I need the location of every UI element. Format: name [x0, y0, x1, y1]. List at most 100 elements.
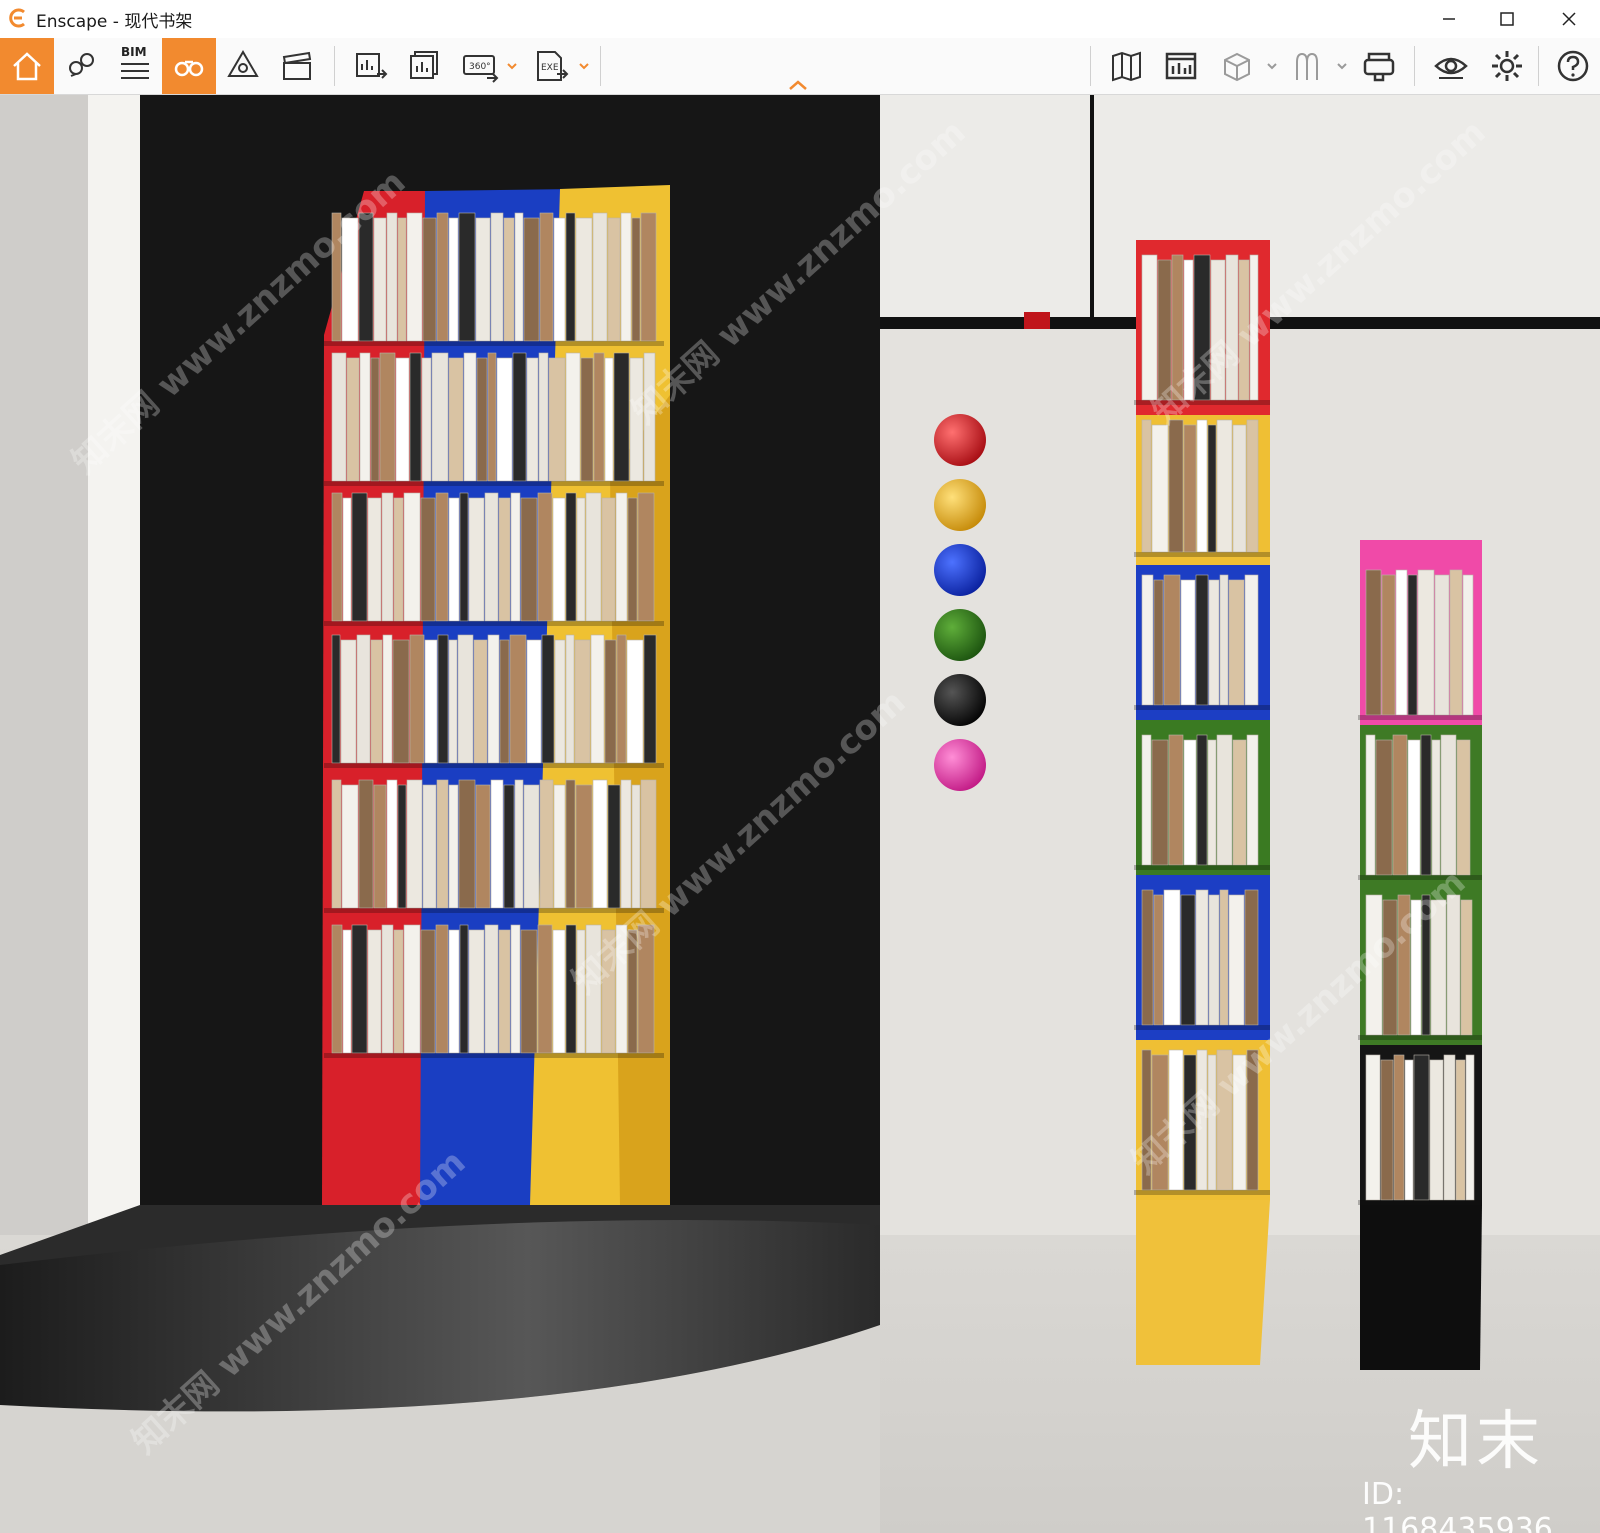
toolbar-separator — [1414, 46, 1415, 86]
section-box-button[interactable] — [1210, 38, 1264, 94]
book-spine — [457, 634, 474, 764]
book-spine — [1417, 569, 1435, 716]
book-spine — [370, 357, 380, 482]
shelf-board — [1134, 705, 1270, 710]
book-spine — [1460, 899, 1473, 1036]
exe-dropdown-icon[interactable] — [578, 60, 590, 72]
render-viewport[interactable]: 知末网 www.znzmo.com 知末网 www.znzmo.com 知末网 … — [0, 95, 1600, 1533]
book-spine — [1462, 574, 1474, 716]
panorama-button[interactable]: 360° — [452, 38, 506, 94]
home-button[interactable] — [0, 38, 54, 94]
book-spine — [548, 357, 566, 482]
visual-settings-button[interactable] — [1424, 38, 1478, 94]
screenshot-button[interactable] — [344, 38, 398, 94]
book-spine — [526, 639, 542, 764]
shelf-board — [1134, 552, 1270, 557]
book-spine — [631, 784, 641, 909]
book-spine — [553, 784, 566, 909]
minimize-button[interactable] — [1420, 0, 1478, 38]
book-spine — [1219, 574, 1229, 706]
book-spine — [1141, 889, 1154, 1026]
book-spine — [565, 212, 576, 342]
settings-button[interactable] — [1480, 38, 1534, 94]
book-spine — [592, 212, 608, 342]
book-spine — [1151, 739, 1169, 866]
book-spine — [1168, 419, 1184, 553]
panorama-dropdown-icon[interactable] — [506, 60, 518, 72]
book-spine — [554, 639, 566, 764]
book-spine — [1168, 734, 1184, 866]
book-spine — [403, 924, 421, 1054]
shelf-board — [1358, 715, 1482, 720]
book-spine — [340, 639, 357, 764]
book-spine — [1456, 739, 1471, 876]
map-icon — [1112, 51, 1141, 82]
book-spine — [1431, 739, 1441, 876]
book-spine — [356, 634, 371, 764]
book-spine — [1440, 734, 1457, 876]
book-spine — [1208, 579, 1220, 706]
people-button[interactable] — [1280, 38, 1334, 94]
dashboard-button[interactable] — [1154, 38, 1208, 94]
book-spine — [424, 639, 438, 764]
book-spine — [615, 492, 628, 622]
book-spine — [463, 352, 477, 482]
svg-text:EXE: EXE — [541, 63, 559, 73]
book-spine — [468, 497, 485, 622]
book-spine — [373, 217, 387, 342]
bim-button[interactable]: BIM — [108, 38, 162, 94]
section-box-dropdown-icon[interactable] — [1266, 60, 1278, 72]
maximize-button[interactable] — [1478, 0, 1536, 38]
book-spine — [604, 357, 614, 482]
vr-button[interactable] — [1352, 38, 1406, 94]
collapse-toolbar-icon[interactable] — [786, 78, 810, 92]
book-spine — [616, 634, 627, 764]
asset-library-button[interactable] — [216, 38, 270, 94]
help-button[interactable] — [1546, 38, 1600, 94]
book-spine — [1413, 1054, 1430, 1201]
book-spine — [490, 779, 504, 909]
book-spine — [397, 784, 407, 909]
book-spine — [1183, 739, 1197, 866]
people-dropdown-icon[interactable] — [1336, 60, 1348, 72]
close-icon — [1562, 12, 1576, 26]
map-button[interactable] — [1100, 38, 1154, 94]
book-spine — [1365, 569, 1382, 716]
book-spine — [520, 929, 538, 1054]
book-spine — [351, 492, 368, 622]
location-button[interactable] — [54, 38, 108, 94]
shelf-board — [324, 908, 664, 913]
book-spine — [1446, 894, 1461, 1036]
book-spine — [448, 497, 460, 622]
book-spine — [1443, 1054, 1456, 1201]
book-spine — [510, 492, 521, 622]
book-spine — [607, 217, 621, 342]
book-spine — [475, 784, 491, 909]
book-spine — [367, 497, 382, 622]
batch-render-button[interactable] — [398, 38, 452, 94]
shelf-board — [1358, 1200, 1482, 1205]
book-spine — [503, 217, 515, 342]
book-spine — [1429, 1059, 1444, 1201]
close-button[interactable] — [1540, 0, 1598, 38]
book-spine — [592, 779, 608, 909]
exe-export-icon: EXE — [537, 51, 569, 81]
book-spine — [1380, 1059, 1394, 1201]
book-spine — [1228, 579, 1245, 706]
toolbar: BIM 360° EXE — [0, 38, 1600, 95]
book-spine — [331, 352, 347, 482]
book-spine — [379, 352, 396, 482]
binoculars-button[interactable] — [162, 38, 216, 94]
book-spine — [575, 784, 593, 909]
book-spine — [509, 634, 527, 764]
video-clapper-icon — [282, 51, 312, 80]
book-spine — [473, 639, 488, 764]
book-spine — [435, 924, 449, 1054]
book-spine — [601, 497, 616, 622]
book-spine — [523, 217, 540, 342]
book-spine — [1392, 734, 1408, 876]
book-spine — [593, 352, 605, 482]
video-editor-button[interactable] — [270, 38, 324, 94]
book-spine — [514, 212, 524, 342]
exe-export-button[interactable]: EXE — [524, 38, 578, 94]
